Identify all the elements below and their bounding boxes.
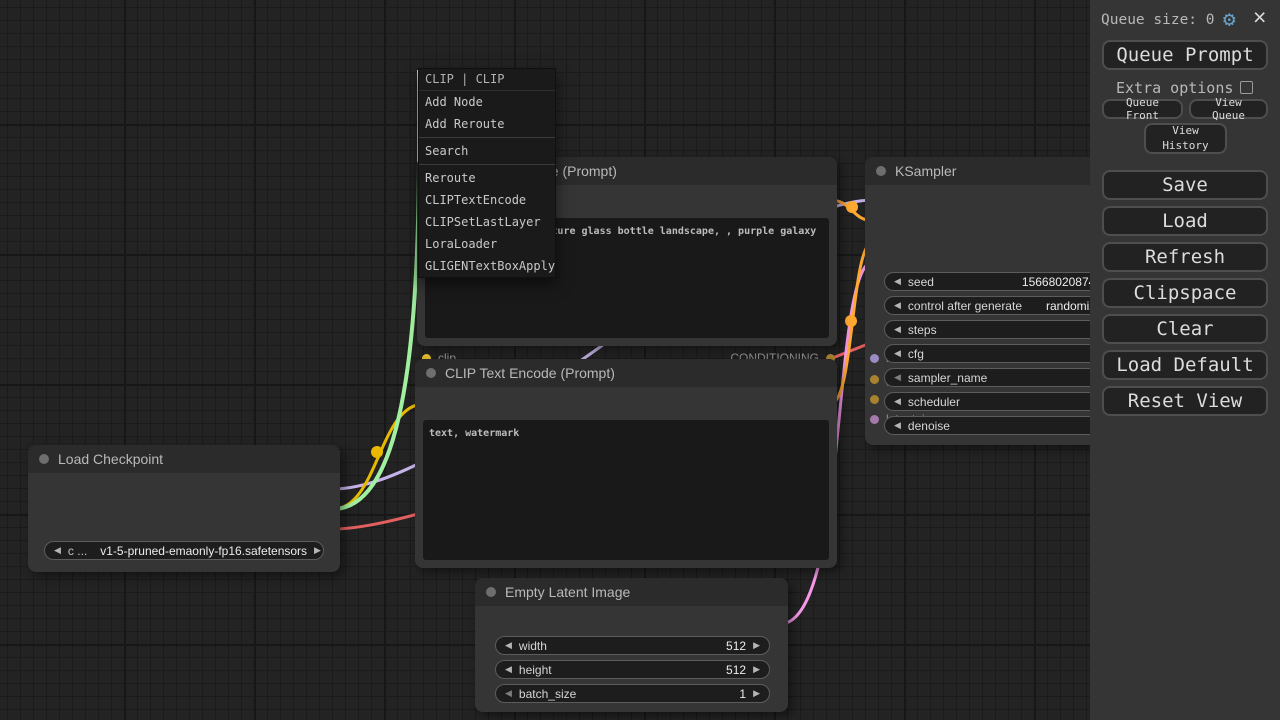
widget-value: 1 — [739, 687, 746, 701]
decrement-arrow-icon[interactable]: ◀ — [894, 325, 901, 334]
widget-ckpt-name[interactable]: ◀ c ... v1-5-pruned-emaonly-fp16.safeten… — [44, 541, 324, 560]
queue-prompt-button[interactable]: Queue Prompt — [1102, 40, 1268, 70]
queue-size-label: Queue size: 0 — [1101, 12, 1215, 28]
clear-button[interactable]: Clear — [1102, 314, 1268, 344]
menu-item-clipsetlastlayer[interactable]: CLIPSetLastLayer — [419, 211, 555, 233]
decrement-arrow-icon[interactable]: ◀ — [505, 665, 512, 674]
widget-denoise[interactable]: ◀ denoise — [884, 416, 1122, 435]
prompt-textarea[interactable]: text, watermark — [423, 420, 829, 560]
menu-item-loraloader[interactable]: LoraLoader — [419, 233, 555, 255]
node-title: KSampler — [895, 163, 956, 179]
refresh-button[interactable]: Refresh — [1102, 242, 1268, 272]
widget-label: width — [519, 639, 547, 653]
menu-item-reroute[interactable]: Reroute — [419, 167, 555, 189]
menu-item-gligentextboxapply[interactable]: GLIGENTextBoxApply — [419, 255, 555, 277]
extra-options-label: Extra options — [1116, 79, 1233, 97]
node-empty-latent-image[interactable]: Empty Latent Image LATENT ◀ width 512 ▶ … — [475, 578, 788, 712]
load-button[interactable]: Load — [1102, 206, 1268, 236]
menu-item-search[interactable]: Search — [419, 140, 555, 162]
node-title-bar[interactable]: Empty Latent Image — [475, 578, 788, 606]
decrement-arrow-icon[interactable]: ◀ — [894, 301, 901, 310]
collapse-dot-icon[interactable] — [486, 587, 496, 597]
load-default-button[interactable]: Load Default — [1102, 350, 1268, 380]
queue-front-button[interactable]: Queue Front — [1102, 99, 1183, 119]
widget-label: denoise — [908, 419, 950, 433]
node-title: Load Checkpoint — [58, 451, 163, 467]
widget-height[interactable]: ◀ height 512 ▶ — [495, 660, 770, 679]
widget-batch-size[interactable]: ◀ batch_size 1 ▶ — [495, 684, 770, 703]
extra-options-checkbox[interactable] — [1240, 81, 1253, 94]
widget-label: steps — [908, 323, 937, 337]
close-icon[interactable]: × — [1253, 6, 1266, 29]
widget-value: 512 — [726, 639, 746, 653]
decrement-arrow-icon[interactable]: ◀ — [894, 349, 901, 358]
menu-separator — [419, 164, 555, 165]
node-title-bar[interactable]: CLIP Text Encode (Prompt) — [415, 359, 837, 387]
widget-label: seed — [908, 275, 934, 289]
increment-arrow-icon[interactable]: ▶ — [753, 641, 760, 650]
decrement-arrow-icon[interactable]: ◀ — [894, 421, 901, 430]
context-menu-filter-header: CLIP | CLIP — [419, 69, 555, 91]
node-title-bar[interactable]: Load Checkpoint — [28, 445, 340, 473]
decrement-arrow-icon[interactable]: ◀ — [894, 373, 901, 382]
widget-label: scheduler — [908, 395, 960, 409]
widget-sampler-name[interactable]: ◀ sampler_name — [884, 368, 1122, 387]
menu-item-add-reroute[interactable]: Add Reroute — [419, 113, 555, 135]
latent-pin-icon[interactable] — [870, 415, 879, 424]
next-option-arrow-icon[interactable]: ▶ — [314, 546, 321, 555]
node-clip-text-encode-negative[interactable]: CLIP Text Encode (Prompt) clip CONDITION… — [415, 359, 837, 568]
reset-view-button[interactable]: Reset View — [1102, 386, 1268, 416]
increment-arrow-icon[interactable]: ▶ — [753, 665, 760, 674]
clip-link-dot — [371, 446, 383, 458]
menu-separator — [419, 137, 555, 138]
view-queue-button[interactable]: View Queue — [1189, 99, 1268, 119]
save-button[interactable]: Save — [1102, 170, 1268, 200]
widget-steps[interactable]: ◀ steps — [884, 320, 1122, 339]
collapse-dot-icon[interactable] — [426, 368, 436, 378]
widget-label: cfg — [908, 347, 924, 361]
decrement-arrow-icon[interactable]: ◀ — [505, 641, 512, 650]
view-history-button[interactable]: View History — [1144, 123, 1227, 154]
collapse-dot-icon[interactable] — [876, 166, 886, 176]
widget-label: c ... — [68, 544, 87, 558]
menu-item-add-node[interactable]: Add Node — [419, 91, 555, 113]
comfy-menu-sidebar: Queue size: 0 ⚙ × Queue Prompt Extra opt… — [1090, 0, 1280, 720]
widget-cfg[interactable]: ◀ cfg — [884, 344, 1122, 363]
decrement-arrow-icon[interactable]: ◀ — [505, 689, 512, 698]
settings-gear-icon[interactable]: ⚙ — [1223, 9, 1236, 30]
clipspace-button[interactable]: Clipspace — [1102, 278, 1268, 308]
dragging-link — [333, 70, 419, 509]
conditioning-pin-icon[interactable] — [870, 395, 879, 404]
menu-item-cliptextencode[interactable]: CLIPTextEncode — [419, 189, 555, 211]
widget-label: height — [519, 663, 552, 677]
decrement-arrow-icon[interactable]: ◀ — [894, 277, 901, 286]
widget-value: 512 — [726, 663, 746, 677]
widget-label: batch_size — [519, 687, 576, 701]
widget-control-after-generate[interactable]: ◀ control after generate randomize — [884, 296, 1122, 315]
prev-option-arrow-icon[interactable]: ◀ — [54, 546, 61, 555]
widget-seed[interactable]: ◀ seed 156680208747 — [884, 272, 1122, 291]
conditioning-link-dot-negative — [845, 315, 857, 327]
decrement-arrow-icon[interactable]: ◀ — [894, 397, 901, 406]
widget-label: control after generate — [908, 299, 1022, 313]
increment-arrow-icon[interactable]: ▶ — [753, 689, 760, 698]
node-title: CLIP Text Encode (Prompt) — [445, 365, 615, 381]
widget-value: v1-5-pruned-emaonly-fp16.safetensors — [100, 544, 307, 558]
widget-scheduler[interactable]: ◀ scheduler — [884, 392, 1122, 411]
comfyui-canvas[interactable]: CLIP Text Encode (Prompt) clip CONDITION… — [0, 0, 1280, 720]
model-pin-icon[interactable] — [870, 354, 879, 363]
node-load-checkpoint[interactable]: Load Checkpoint MODEL CLIP VAE ◀ c ... v… — [28, 445, 340, 572]
conditioning-pin-icon[interactable] — [870, 375, 879, 384]
node-title: Empty Latent Image — [505, 584, 630, 600]
widget-label: sampler_name — [908, 371, 987, 385]
widget-width[interactable]: ◀ width 512 ▶ — [495, 636, 770, 655]
link-release-context-menu: CLIP | CLIP Add Node Add Reroute Search … — [418, 68, 556, 278]
conditioning-link-dot-positive — [846, 201, 858, 213]
collapse-dot-icon[interactable] — [39, 454, 49, 464]
